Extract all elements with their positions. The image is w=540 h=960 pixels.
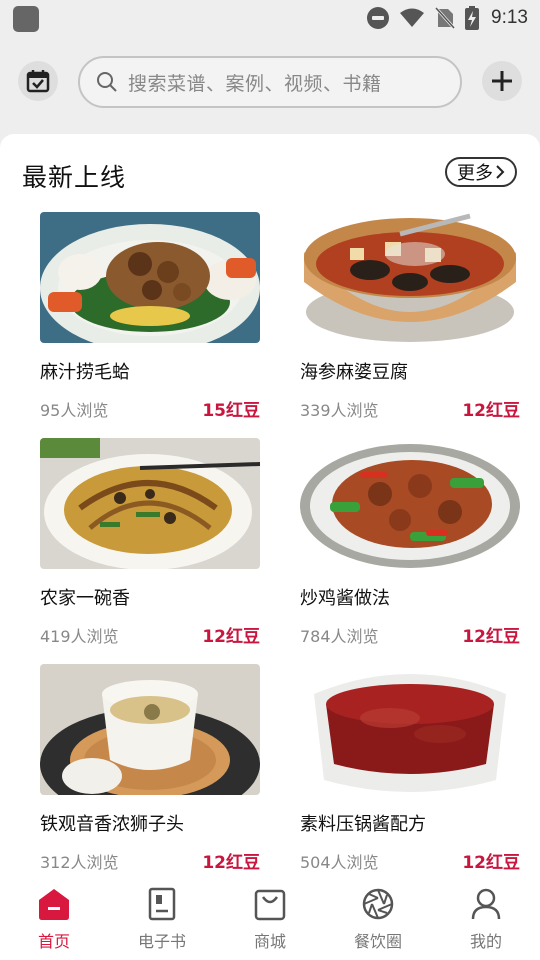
recipe-card[interactable]: 素料压锅酱配方 504人浏览 12红豆	[300, 664, 520, 876]
recipe-card[interactable]: 麻汁捞毛蛤 95人浏览 15红豆	[40, 212, 260, 432]
recipe-title: 麻汁捞毛蛤	[40, 362, 130, 383]
nav-label: 电子书	[137, 932, 186, 951]
search-input[interactable]: 搜索菜谱、案例、视频、书籍	[78, 56, 462, 108]
recipe-price: 12红豆	[462, 627, 520, 647]
ebook-icon	[144, 886, 180, 922]
user-icon	[468, 886, 504, 922]
aperture-icon	[360, 886, 396, 922]
recipe-image	[40, 664, 260, 795]
recipe-title: 铁观音香浓狮子头	[40, 814, 184, 835]
nav-label: 餐饮圈	[353, 932, 402, 951]
nav-label: 我的	[469, 932, 502, 951]
more-button[interactable]: 更多	[445, 157, 517, 187]
nav-label: 商城	[253, 932, 286, 951]
status-bar: 9:13	[0, 0, 540, 36]
recipe-views: 504人浏览	[300, 853, 379, 872]
recipe-price: 15红豆	[202, 401, 260, 421]
recipe-views: 312人浏览	[40, 853, 119, 872]
main-panel: 最新上线 更多 麻汁捞毛蛤 95人浏览 15红豆 海参麻婆豆腐 339人浏览 1…	[0, 134, 540, 876]
app-notification-icon	[13, 6, 39, 32]
recipe-title: 农家一碗香	[40, 588, 130, 609]
home-icon	[36, 886, 72, 922]
recipe-card[interactable]: 海参麻婆豆腐 339人浏览 12红豆	[300, 212, 520, 432]
do-not-disturb-icon	[367, 7, 390, 29]
recipe-image	[300, 212, 520, 343]
recipe-price: 12红豆	[202, 853, 260, 873]
nav-item-mall[interactable]: 商城	[216, 876, 324, 960]
search-icon	[97, 72, 117, 92]
recipe-title: 海参麻婆豆腐	[300, 362, 408, 383]
recipe-card[interactable]: 铁观音香浓狮子头 312人浏览 12红豆	[40, 664, 260, 876]
calendar-button[interactable]	[18, 61, 58, 101]
nav-item-profile[interactable]: 我的	[432, 876, 540, 960]
nav-item-community[interactable]: 餐饮圈	[324, 876, 432, 960]
add-button[interactable]	[482, 61, 522, 101]
chevron-right-icon	[496, 165, 505, 179]
recipe-image	[40, 212, 260, 343]
status-time: 9:13	[491, 7, 528, 28]
battery-charging-icon	[465, 6, 480, 30]
wifi-icon	[400, 8, 425, 27]
recipe-price: 12红豆	[462, 401, 520, 421]
header: 搜索菜谱、案例、视频、书籍	[0, 36, 540, 134]
recipe-views: 419人浏览	[40, 627, 119, 646]
nav-label: 首页	[37, 932, 70, 951]
recipe-image	[300, 438, 520, 569]
no-sim-icon	[435, 7, 456, 29]
recipe-card[interactable]: 炒鸡酱做法 784人浏览 12红豆	[300, 438, 520, 658]
recipe-title: 炒鸡酱做法	[300, 588, 390, 609]
shopping-bag-icon	[252, 886, 288, 922]
recipe-views: 784人浏览	[300, 627, 379, 646]
plus-icon	[492, 71, 512, 91]
recipe-image	[40, 438, 260, 569]
recipe-image	[300, 664, 520, 795]
recipe-price: 12红豆	[202, 627, 260, 647]
recipe-views: 95人浏览	[40, 401, 109, 420]
calendar-check-icon	[26, 70, 50, 93]
nav-item-ebook[interactable]: 电子书	[108, 876, 216, 960]
recipe-title: 素料压锅酱配方	[300, 814, 426, 835]
more-label: 更多	[457, 163, 493, 184]
nav-item-home[interactable]: 首页	[0, 876, 108, 960]
status-icons: 9:13	[367, 5, 528, 31]
bottom-nav: 首页 电子书 商城 餐饮圈 我的	[0, 876, 540, 960]
recipe-views: 339人浏览	[300, 401, 379, 420]
recipe-card[interactable]: 农家一碗香 419人浏览 12红豆	[40, 438, 260, 658]
search-placeholder: 搜索菜谱、案例、视频、书籍	[128, 72, 382, 95]
section-title: 最新上线	[22, 163, 127, 192]
recipe-price: 12红豆	[462, 853, 520, 873]
